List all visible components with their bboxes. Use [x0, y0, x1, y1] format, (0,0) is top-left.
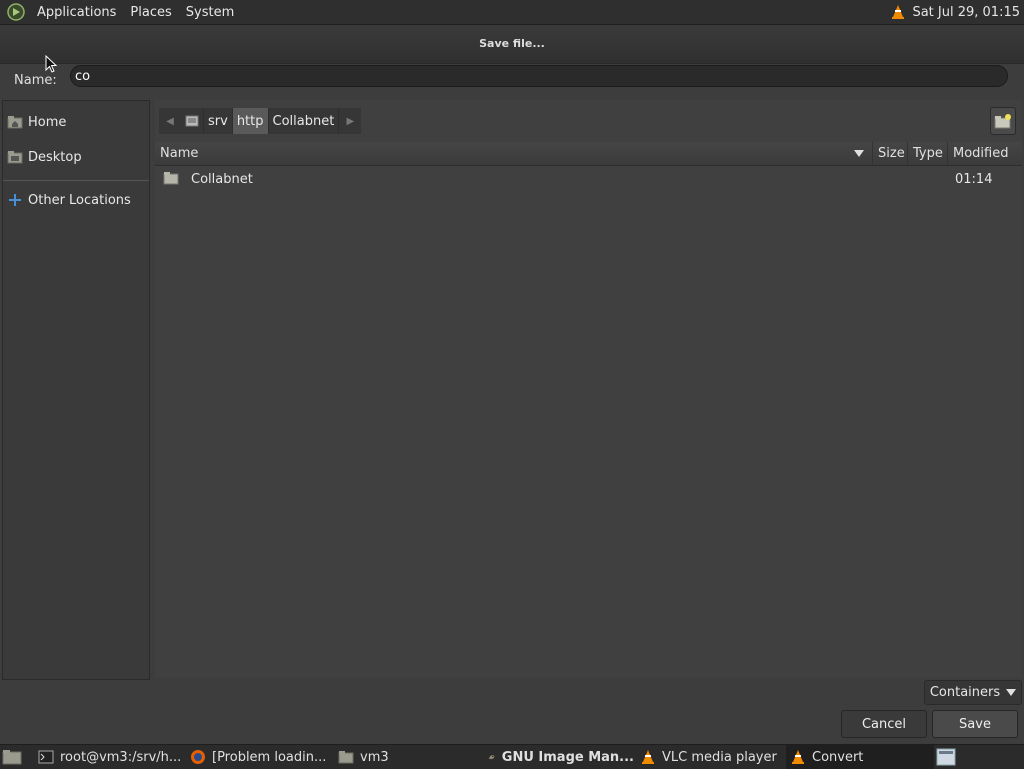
task-label: GNU Image Man... [501, 749, 634, 765]
file-name: Collabnet [191, 172, 253, 187]
file-filter-dropdown[interactable]: Containers [924, 680, 1022, 705]
path-scroll-right-button[interactable]: ▶ [339, 108, 362, 134]
path-root-button[interactable] [181, 108, 204, 134]
new-folder-icon [994, 114, 1011, 129]
filter-selected-label: Containers [929, 685, 1001, 700]
name-row: Name: [0, 63, 1024, 99]
task-vlc[interactable]: VLC media player [640, 745, 782, 769]
path-segment-collabnet[interactable]: Collabnet [268, 108, 340, 134]
gimp-icon [488, 754, 495, 760]
name-label: Name: [14, 73, 57, 88]
terminal-icon [38, 750, 54, 764]
column-name-header[interactable]: Name [155, 142, 872, 165]
file-modified: 01:14 [955, 172, 993, 187]
file-browser: ◀ srv http Collabnet ▶ Name Size Type Mo… [155, 100, 1022, 678]
sidebar-separator [3, 180, 149, 181]
vlc-cone-icon [792, 750, 804, 764]
sidebar-item-other-locations[interactable]: Other Locations [7, 189, 131, 211]
file-list: Collabnet 01:14 [155, 166, 1022, 192]
save-button[interactable]: Save [932, 710, 1018, 738]
app-menu-logo-icon[interactable] [6, 2, 26, 22]
task-label: Convert [812, 749, 864, 765]
folder-icon [163, 172, 179, 185]
folder-icon [338, 751, 354, 764]
cancel-button[interactable]: Cancel [841, 710, 927, 738]
top-panel: Applications Places System Sat Jul 29, 0… [0, 0, 1024, 25]
workspace-switcher[interactable] [936, 745, 958, 769]
column-size-header[interactable]: Size [872, 142, 907, 165]
sidebar-item-label: Home [28, 114, 67, 130]
show-desktop-button[interactable] [2, 745, 24, 769]
path-segment-http[interactable]: http [232, 108, 269, 134]
path-segment-srv[interactable]: srv [204, 108, 233, 134]
drive-icon [185, 115, 199, 127]
vlc-cone-icon [642, 750, 654, 764]
create-folder-button[interactable] [990, 107, 1016, 135]
task-label: VLC media player [662, 749, 777, 765]
places-menu[interactable]: Places [123, 5, 178, 20]
desktop-folder-icon [7, 151, 23, 164]
path-scroll-left-button[interactable]: ◀ [159, 108, 181, 134]
places-sidebar: Home Desktop Other Locations [2, 100, 150, 680]
sidebar-item-home[interactable]: Home [7, 111, 66, 133]
column-type-header[interactable]: Type [907, 142, 947, 165]
filename-input[interactable] [70, 65, 1008, 87]
task-label: vm3 [360, 749, 389, 765]
task-vm3-folder[interactable]: vm3 [338, 745, 478, 769]
task-terminal[interactable]: root@vm3:/srv/h... [38, 745, 184, 769]
sidebar-item-label: Desktop [28, 149, 82, 165]
path-bar: ◀ srv http Collabnet ▶ [159, 108, 362, 134]
column-modified-header[interactable]: Modified [947, 142, 1022, 165]
firefox-icon [191, 750, 205, 764]
task-convert[interactable]: Convert [786, 745, 934, 769]
dialog-title: Save file... [479, 37, 545, 50]
sidebar-item-desktop[interactable]: Desktop [7, 146, 82, 168]
column-header: Name Size Type Modified [155, 142, 1022, 166]
chevron-down-icon [1006, 689, 1017, 696]
applications-menu[interactable]: Applications [30, 5, 123, 20]
dialog-titlebar[interactable]: Save file... [0, 25, 1024, 64]
task-label: [Problem loadin... [212, 749, 327, 765]
file-row-collabnet[interactable]: Collabnet 01:14 [155, 166, 1022, 192]
home-folder-icon [7, 116, 23, 129]
mouse-pointer-icon [45, 55, 57, 73]
plus-icon [9, 194, 21, 206]
system-menu[interactable]: System [179, 5, 241, 20]
task-firefox[interactable]: [Problem loadin... [190, 745, 330, 769]
task-label: root@vm3:/srv/h... [60, 749, 182, 765]
vlc-cone-icon[interactable] [890, 4, 906, 20]
taskbar: root@vm3:/srv/h... [Problem loadin... vm… [0, 744, 1024, 769]
sidebar-item-label: Other Locations [28, 192, 131, 208]
save-file-dialog: Save file... Name: Home Desktop [0, 25, 1024, 743]
column-name-label: Name [160, 146, 199, 161]
sort-descending-icon [854, 150, 864, 157]
task-gimp[interactable]: GNU Image Man... [488, 745, 634, 769]
clock[interactable]: Sat Jul 29, 01:15 [912, 5, 1020, 20]
workspace-icon [936, 748, 956, 766]
show-desktop-icon [2, 750, 22, 765]
